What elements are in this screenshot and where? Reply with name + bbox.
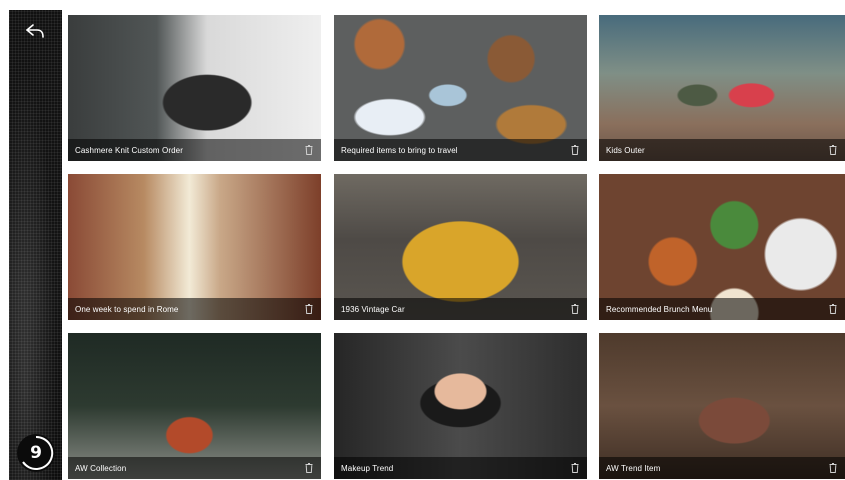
card-caption-bar: AW Collection: [68, 457, 321, 479]
card-title: Required items to bring to travel: [341, 145, 458, 155]
card-caption-bar: AW Trend Item: [599, 457, 845, 479]
card-caption-bar: Cashmere Knit Custom Order: [68, 139, 321, 161]
collection-card[interactable]: AW Collection: [68, 333, 321, 479]
card-caption-bar: Recommended Brunch Menu: [599, 298, 845, 320]
delete-button[interactable]: [570, 145, 580, 156]
trash-icon: [305, 463, 313, 473]
sidebar: 9: [9, 10, 62, 480]
card-title: Cashmere Knit Custom Order: [75, 145, 183, 155]
card-caption-bar: One week to spend in Rome: [68, 298, 321, 320]
collection-card[interactable]: Recommended Brunch Menu: [599, 174, 845, 320]
card-caption-bar: Makeup Trend: [334, 457, 587, 479]
collection-card[interactable]: Kids Outer: [599, 15, 845, 161]
trash-icon: [305, 304, 313, 314]
item-counter: 9: [17, 434, 55, 472]
card-title: Makeup Trend: [341, 463, 394, 473]
delete-button[interactable]: [570, 304, 580, 315]
card-title: One week to spend in Rome: [75, 304, 179, 314]
card-title: Recommended Brunch Menu: [606, 304, 713, 314]
collection-card[interactable]: Required items to bring to travel: [334, 15, 587, 161]
back-button[interactable]: [23, 20, 47, 42]
delete-button[interactable]: [304, 145, 314, 156]
trash-icon: [571, 463, 579, 473]
trash-icon: [571, 304, 579, 314]
reply-arrow-icon: [26, 24, 44, 38]
delete-button[interactable]: [828, 463, 838, 474]
card-title: 1936 Vintage Car: [341, 304, 405, 314]
card-caption-bar: Required items to bring to travel: [334, 139, 587, 161]
collection-card[interactable]: Makeup Trend: [334, 333, 587, 479]
trash-icon: [571, 145, 579, 155]
delete-button[interactable]: [304, 304, 314, 315]
collection-card[interactable]: 1936 Vintage Car: [334, 174, 587, 320]
trash-icon: [305, 145, 313, 155]
trash-icon: [829, 304, 837, 314]
delete-button[interactable]: [304, 463, 314, 474]
collection-card[interactable]: One week to spend in Rome: [68, 174, 321, 320]
trash-icon: [829, 145, 837, 155]
delete-button[interactable]: [828, 304, 838, 315]
delete-button[interactable]: [828, 145, 838, 156]
trash-icon: [829, 463, 837, 473]
card-title: Kids Outer: [606, 145, 645, 155]
counter-value: 9: [30, 443, 42, 463]
card-title: AW Trend Item: [606, 463, 661, 473]
collection-card[interactable]: AW Trend Item: [599, 333, 845, 479]
card-caption-bar: 1936 Vintage Car: [334, 298, 587, 320]
card-caption-bar: Kids Outer: [599, 139, 845, 161]
card-title: AW Collection: [75, 463, 127, 473]
collection-grid: Cashmere Knit Custom Order Required item…: [68, 15, 845, 480]
collection-card[interactable]: Cashmere Knit Custom Order: [68, 15, 321, 161]
delete-button[interactable]: [570, 463, 580, 474]
